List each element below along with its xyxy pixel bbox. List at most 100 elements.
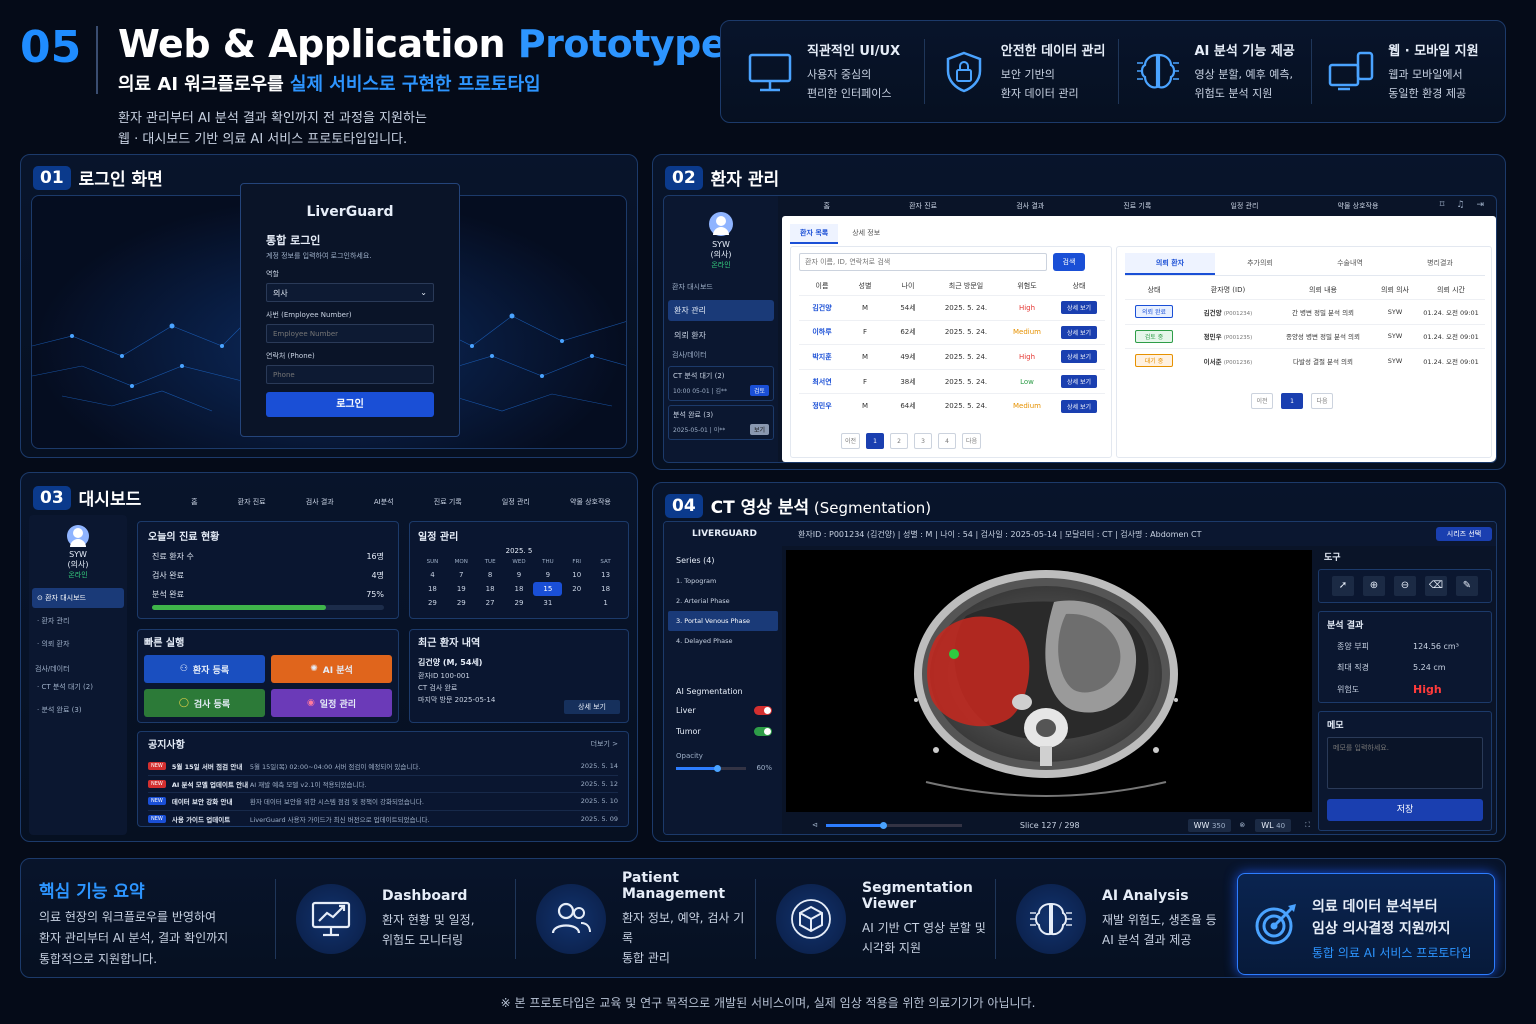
sidebar-item[interactable]: · 환자 관리: [32, 611, 124, 631]
role-select[interactable]: 의사 ⌄: [266, 283, 434, 302]
patient-search-input[interactable]: [799, 253, 1047, 271]
calendar-day[interactable]: [562, 596, 591, 610]
nav-item[interactable]: 약물 상호작용: [570, 497, 611, 507]
nav-item[interactable]: 홈: [191, 497, 197, 507]
logout-icon[interactable]: ⇥: [1476, 200, 1484, 210]
recent-detail-button[interactable]: 상세 보기: [564, 700, 620, 714]
calendar-day[interactable]: 18: [591, 582, 620, 596]
table-row[interactable]: 의뢰 완료 김건양 (P001234) 간 병변 정밀 분석 의뢰 SYW 01.24.…: [1125, 299, 1485, 324]
calendar-day[interactable]: 18: [505, 582, 534, 596]
table-row[interactable]: 정민우 M 64세 2025. 5. 24. Medium 상세 보기: [799, 393, 1105, 418]
employee-number-input[interactable]: [266, 324, 434, 343]
slice-prev-icon[interactable]: ⊲: [812, 821, 818, 829]
zoom-in-icon[interactable]: ⊕: [1363, 576, 1385, 596]
table-row[interactable]: 이하루 F 62세 2025. 5. 24. Medium 상세 보기: [799, 319, 1105, 345]
nav-item[interactable]: 진료 기록: [1123, 201, 1151, 211]
tab-item[interactable]: 추가의뢰: [1215, 253, 1305, 275]
calendar-day[interactable]: 29: [505, 596, 534, 610]
table-row[interactable]: 검토 중 정민우 (P001235) 종양성 병변 정밀 분석 의뢰 SYW 01.24…: [1125, 323, 1485, 349]
sidebar-item[interactable]: · CT 분석 대기 (2): [32, 677, 124, 697]
series-item[interactable]: 4. Delayed Phase: [668, 631, 778, 651]
nav-item[interactable]: AI분석: [374, 497, 394, 507]
eraser-icon[interactable]: ⌫: [1425, 576, 1447, 596]
nav-item[interactable]: 일정 관리: [1230, 201, 1258, 211]
calendar-day[interactable]: 1: [591, 596, 620, 610]
nav-item[interactable]: 일정 관리: [502, 497, 530, 507]
table-row[interactable]: 최서연 F 38세 2025. 5. 24. Low 상세 보기: [799, 368, 1105, 394]
table-row[interactable]: 김건양 M 54세 2025. 5. 24. High 상세 보기: [799, 295, 1105, 320]
detail-button[interactable]: 상세 보기: [1061, 325, 1097, 339]
ct-viewport[interactable]: [786, 550, 1312, 812]
notice-item[interactable]: NEW 데이터 보안 강화 안내 환자 데이터 보안을 위한 시스템 점검 및 정책…: [148, 792, 618, 810]
pointer-icon[interactable]: ➚: [1332, 576, 1354, 596]
tumor-toggle[interactable]: [754, 727, 772, 736]
detail-button[interactable]: 상세 보기: [1061, 350, 1097, 364]
memo-input[interactable]: [1327, 737, 1483, 789]
liver-toggle[interactable]: [754, 706, 772, 715]
detail-button[interactable]: 상세 보기: [1061, 301, 1097, 315]
save-button[interactable]: 저장: [1327, 799, 1483, 821]
exam-register-button[interactable]: ◯ 검사 등록: [144, 689, 265, 717]
tab-item[interactable]: 환자 목록: [790, 224, 839, 244]
nav-item[interactable]: 약물 상호작용: [1338, 201, 1379, 211]
more-link[interactable]: 더보기 >: [591, 739, 618, 749]
pagination-button[interactable]: 다음: [1311, 393, 1333, 409]
calendar-day[interactable]: 27: [476, 596, 505, 610]
series-item[interactable]: 3. Portal Venous Phase: [668, 611, 778, 631]
nav-item[interactable]: 검사 결과: [1016, 201, 1044, 211]
series-item[interactable]: 2. Arterial Phase: [668, 591, 778, 611]
pagination-button[interactable]: 다음: [962, 433, 982, 449]
opacity-slider[interactable]: [676, 764, 746, 772]
sidebar-item[interactable]: · 분석 완료 (3): [32, 700, 124, 720]
table-row[interactable]: 대기 중 이서준 (P001236) 다발성 결절 분석 의뢰 SYW 01.24. 오…: [1125, 348, 1485, 373]
sidebar-item-referrals[interactable]: 의뢰 환자: [668, 325, 774, 346]
pagination-button[interactable]: 1: [1281, 393, 1303, 409]
calendar-day[interactable]: 18: [476, 582, 505, 596]
tab-item[interactable]: 병리결과: [1395, 253, 1485, 275]
table-row[interactable]: 박지훈 M 49세 2025. 5. 24. High 상세 보기: [799, 344, 1105, 369]
bell-icon[interactable]: ♫: [1456, 200, 1464, 210]
calendar-day[interactable]: 13: [591, 568, 620, 582]
ai-analysis-button[interactable]: ✺ AI 분석: [271, 655, 392, 683]
pagination-button[interactable]: 3: [914, 433, 933, 449]
pagination-button[interactable]: 4: [938, 433, 957, 449]
link-icon[interactable]: ⊗: [1239, 821, 1245, 829]
calendar-day[interactable]: 4: [418, 568, 447, 582]
detail-button[interactable]: 상세 보기: [1061, 399, 1097, 413]
pagination-button[interactable]: 이전: [1251, 393, 1273, 409]
calendar-day[interactable]: 20: [562, 582, 591, 596]
notice-item[interactable]: NEW 사용 가이드 업데이트 LiverGuard 사용자 가이드가 최신 버전으…: [148, 809, 618, 828]
nav-item[interactable]: 환자 진료: [909, 201, 937, 211]
search-button[interactable]: 검색: [1053, 253, 1085, 271]
calendar-day[interactable]: 10: [562, 568, 591, 582]
sidebar-card-analysis-done[interactable]: 분석 완료 (3) 2025-05-01 | 이** 보기: [668, 405, 774, 440]
calendar-day[interactable]: 18: [418, 582, 447, 596]
calendar-day[interactable]: 15: [533, 582, 563, 596]
tab-item[interactable]: 수술내역: [1305, 253, 1395, 275]
slice-slider[interactable]: [825, 821, 962, 829]
login-button[interactable]: 로그인: [266, 392, 434, 417]
notice-item[interactable]: NEW 5월 15일 서버 점검 안내 5월 15일(목) 02:00~04:00 …: [148, 757, 618, 775]
sidebar-item-patients[interactable]: 환자 관리: [668, 300, 774, 321]
pagination-button[interactable]: 이전: [841, 433, 861, 449]
pagination-button[interactable]: 2: [890, 433, 909, 449]
fullscreen-icon[interactable]: ⛶: [1305, 821, 1310, 830]
calendar-day[interactable]: 7: [447, 568, 476, 582]
nav-item[interactable]: 홈: [824, 201, 830, 211]
schedule-button[interactable]: ◉ 일정 관리: [271, 689, 392, 717]
nav-item[interactable]: 검사 결과: [306, 497, 334, 507]
phone-input[interactable]: [266, 365, 434, 384]
review-tag[interactable]: 검토: [749, 385, 769, 396]
brush-icon[interactable]: ✎: [1456, 576, 1478, 596]
calendar-day[interactable]: 8: [476, 568, 505, 582]
notice-item[interactable]: NEW AI 분석 모델 업데이트 안내 AI 재발 예측 모델 v2.1이 적용되…: [148, 774, 618, 793]
detail-button[interactable]: 상세 보기: [1061, 375, 1097, 389]
sidebar-item[interactable]: ⊙ 환자 대시보드: [32, 588, 124, 608]
calendar-day[interactable]: 29: [418, 596, 447, 610]
view-tag[interactable]: 보기: [749, 424, 769, 435]
tab-item[interactable]: 의뢰 환자: [1125, 253, 1215, 275]
patient-register-button[interactable]: ⚇ 환자 등록: [144, 655, 265, 683]
zoom-out-icon[interactable]: ⊖: [1394, 576, 1416, 596]
tab-item[interactable]: 상세 정보: [842, 224, 890, 244]
nav-item[interactable]: 진료 기록: [434, 497, 462, 507]
